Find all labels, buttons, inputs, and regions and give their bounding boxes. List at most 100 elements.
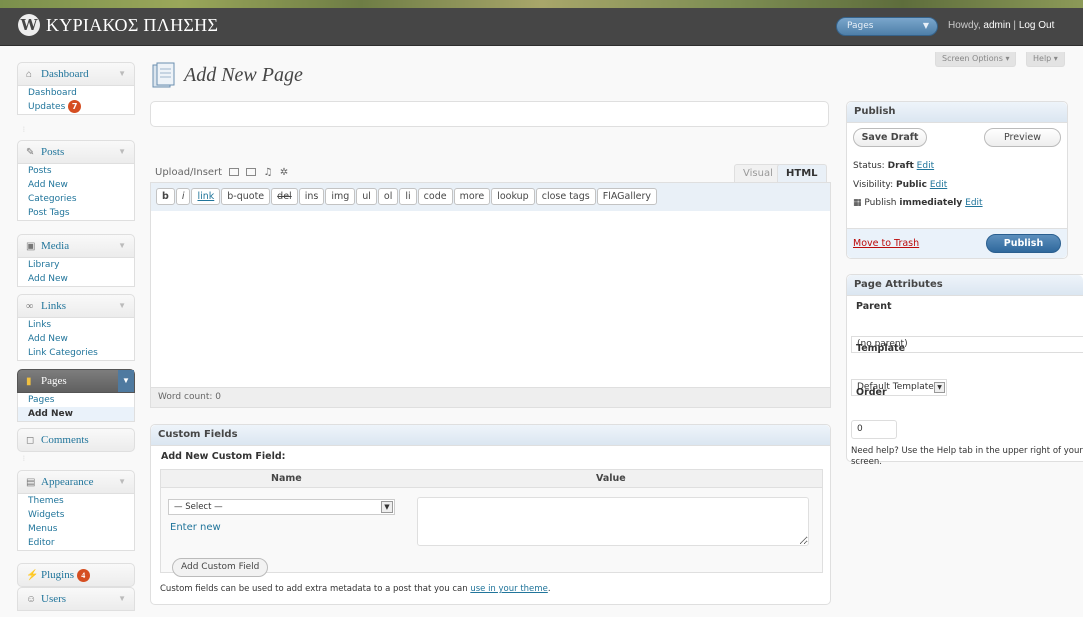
favorite-actions-selected: Pages bbox=[847, 21, 874, 31]
custom-fields-subtitle: Add New Custom Field: bbox=[161, 451, 286, 462]
page-icon bbox=[152, 62, 175, 88]
submenu-item-add-new-post[interactable]: Add New bbox=[18, 178, 134, 192]
menu-links[interactable]: ∞ Links ▼ bbox=[17, 294, 135, 318]
menu-separator: ⋮ bbox=[21, 126, 27, 133]
move-to-trash-link[interactable]: Move to Trash bbox=[853, 238, 919, 249]
menu-links-label: Links bbox=[41, 300, 67, 312]
quicktag-ol-button[interactable]: ol bbox=[377, 188, 399, 205]
page-attributes-title[interactable]: Page Attributes bbox=[847, 275, 1083, 296]
quicktag-flagallery-button[interactable]: FlAGallery bbox=[596, 188, 658, 205]
favorite-actions-dropdown[interactable]: Pages ▼ bbox=[836, 17, 938, 36]
submenu-item-pages[interactable]: Pages bbox=[18, 393, 134, 407]
preview-button[interactable]: Preview bbox=[984, 128, 1061, 147]
submenu-item-add-new-link[interactable]: Add New bbox=[18, 332, 134, 346]
quicktag-code-button[interactable]: code bbox=[417, 188, 453, 205]
publish-box-title[interactable]: Publish bbox=[847, 102, 1067, 123]
submenu-item-link-categories[interactable]: Link Categories bbox=[18, 346, 134, 360]
chevron-down-icon[interactable]: ▼ bbox=[118, 301, 126, 310]
submenu-item-updates[interactable]: Updates 7 bbox=[18, 100, 134, 114]
quicktag-bold-button[interactable]: b bbox=[156, 188, 175, 205]
add-video-icon[interactable] bbox=[246, 168, 257, 176]
submenu-item-add-new-media[interactable]: Add New bbox=[18, 272, 134, 286]
quicktag-li-button[interactable]: li bbox=[399, 188, 417, 205]
chevron-down-icon[interactable]: ▼ bbox=[118, 69, 126, 78]
pages-icon: ▮ bbox=[26, 376, 32, 387]
quicktag-link-button[interactable]: link bbox=[191, 188, 221, 205]
tab-html[interactable]: HTML bbox=[777, 164, 827, 182]
header-banner-image bbox=[0, 0, 1083, 8]
quicktag-ins-button[interactable]: ins bbox=[298, 188, 325, 205]
submenu-item-posts[interactable]: Posts bbox=[18, 164, 134, 178]
custom-field-key-select[interactable]: — Select — ▼ bbox=[168, 499, 395, 515]
custom-fields-note: Custom fields can be used to add extra m… bbox=[160, 584, 551, 594]
edit-publish-date-link[interactable]: Edit bbox=[965, 198, 982, 208]
screen-options-tab[interactable]: Screen Options ▾ bbox=[935, 52, 1017, 67]
page-attributes-box: Page Attributes Parent (no parent) Templ… bbox=[846, 274, 1083, 467]
template-label: Template bbox=[856, 343, 906, 354]
username-link[interactable]: admin bbox=[983, 20, 1010, 31]
quicktag-img-button[interactable]: img bbox=[325, 188, 356, 205]
edit-visibility-link[interactable]: Edit bbox=[930, 180, 947, 190]
submenu-item-post-tags[interactable]: Post Tags bbox=[18, 206, 134, 220]
chevron-down-icon[interactable]: ▼ bbox=[118, 147, 126, 156]
help-text: Need help? Use the Help tab in the upper… bbox=[851, 446, 1083, 467]
calendar-icon: ▦ bbox=[853, 198, 862, 208]
chevron-down-icon[interactable]: ▼ bbox=[118, 241, 126, 250]
submenu-dashboard: Dashboard Updates 7 bbox=[17, 86, 135, 115]
submenu-item-menus[interactable]: Menus bbox=[18, 522, 134, 536]
custom-fields-table: Name Value — Select — ▼ Enter new Add Cu… bbox=[160, 469, 823, 577]
menu-users[interactable]: ☺ Users ▼ bbox=[17, 587, 135, 611]
site-title[interactable]: ΚΥΡΙΑΚΟΣ ΠΛΗΣΗΣ bbox=[46, 15, 218, 36]
quicktag-blockquote-button[interactable]: b-quote bbox=[221, 188, 271, 205]
visibility-line: Visibility: Public Edit bbox=[853, 180, 947, 190]
menu-pages-label: Pages bbox=[41, 375, 67, 387]
submenu-item-categories[interactable]: Categories bbox=[18, 192, 134, 206]
add-custom-field-button[interactable]: Add Custom Field bbox=[172, 558, 269, 577]
tab-visual[interactable]: Visual bbox=[734, 164, 782, 182]
edit-status-link[interactable]: Edit bbox=[917, 161, 934, 171]
menu-pages[interactable]: ▮ Pages ▼ bbox=[17, 369, 135, 393]
custom-fields-title[interactable]: Custom Fields bbox=[151, 425, 830, 446]
menu-dashboard[interactable]: ⌂ Dashboard ▼ bbox=[17, 62, 135, 86]
use-in-theme-link[interactable]: use in your theme bbox=[470, 584, 547, 594]
post-title-input[interactable] bbox=[150, 101, 829, 127]
quicktag-del-button[interactable]: del bbox=[271, 188, 298, 205]
quicktag-lookup-button[interactable]: lookup bbox=[491, 188, 535, 205]
submenu-item-links[interactable]: Links bbox=[18, 318, 134, 332]
chevron-down-icon[interactable]: ▼ bbox=[118, 370, 134, 392]
save-draft-button[interactable]: Save Draft bbox=[853, 128, 927, 147]
pushpin-icon: ✎ bbox=[26, 147, 35, 158]
menu-plugins[interactable]: ⚡ Plugins 4 bbox=[17, 563, 135, 587]
add-image-icon[interactable] bbox=[229, 168, 240, 176]
submenu-item-editor[interactable]: Editor bbox=[18, 536, 134, 550]
chevron-down-icon[interactable]: ▼ bbox=[118, 477, 126, 486]
content-editor[interactable]: b i link b-quote del ins img ul ol li code more look… bbox=[150, 182, 831, 408]
add-media-icon[interactable]: ✲ bbox=[280, 167, 288, 178]
quicktag-ul-button[interactable]: ul bbox=[356, 188, 377, 205]
custom-field-value-textarea[interactable] bbox=[417, 497, 809, 546]
enter-new-link[interactable]: Enter new bbox=[170, 522, 221, 533]
submenu-item-widgets[interactable]: Widgets bbox=[18, 508, 134, 522]
submenu-pages: Pages Add New bbox=[17, 393, 135, 422]
quicktag-close-tags-button[interactable]: close tags bbox=[535, 188, 596, 205]
submenu-item-library[interactable]: Library bbox=[18, 258, 134, 272]
add-audio-icon[interactable]: ♫ bbox=[264, 167, 273, 178]
quicktag-more-button[interactable]: more bbox=[453, 188, 491, 205]
submenu-item-dashboard[interactable]: Dashboard bbox=[18, 86, 134, 100]
quicktag-italic-button[interactable]: i bbox=[175, 188, 191, 205]
help-tab[interactable]: Help ▾ bbox=[1026, 52, 1065, 67]
upload-insert-label: Upload/Insert bbox=[155, 167, 223, 178]
menu-posts[interactable]: ✎ Posts ▼ bbox=[17, 140, 135, 164]
chevron-down-icon[interactable]: ▼ bbox=[118, 594, 126, 603]
menu-media[interactable]: ▣ Media ▼ bbox=[17, 234, 135, 258]
menu-appearance[interactable]: ▤ Appearance ▼ bbox=[17, 470, 135, 494]
divider: | bbox=[1013, 20, 1017, 31]
menu-users-label: Users bbox=[41, 593, 67, 605]
menu-comments[interactable]: ◻ Comments bbox=[17, 428, 135, 452]
submenu-item-add-new-page[interactable]: Add New bbox=[18, 407, 134, 421]
submenu-item-themes[interactable]: Themes bbox=[18, 494, 134, 508]
logout-link[interactable]: Log Out bbox=[1019, 20, 1055, 31]
column-header-value: Value bbox=[596, 473, 626, 484]
publish-button[interactable]: Publish bbox=[986, 234, 1061, 253]
order-input[interactable]: 0 bbox=[851, 420, 897, 439]
